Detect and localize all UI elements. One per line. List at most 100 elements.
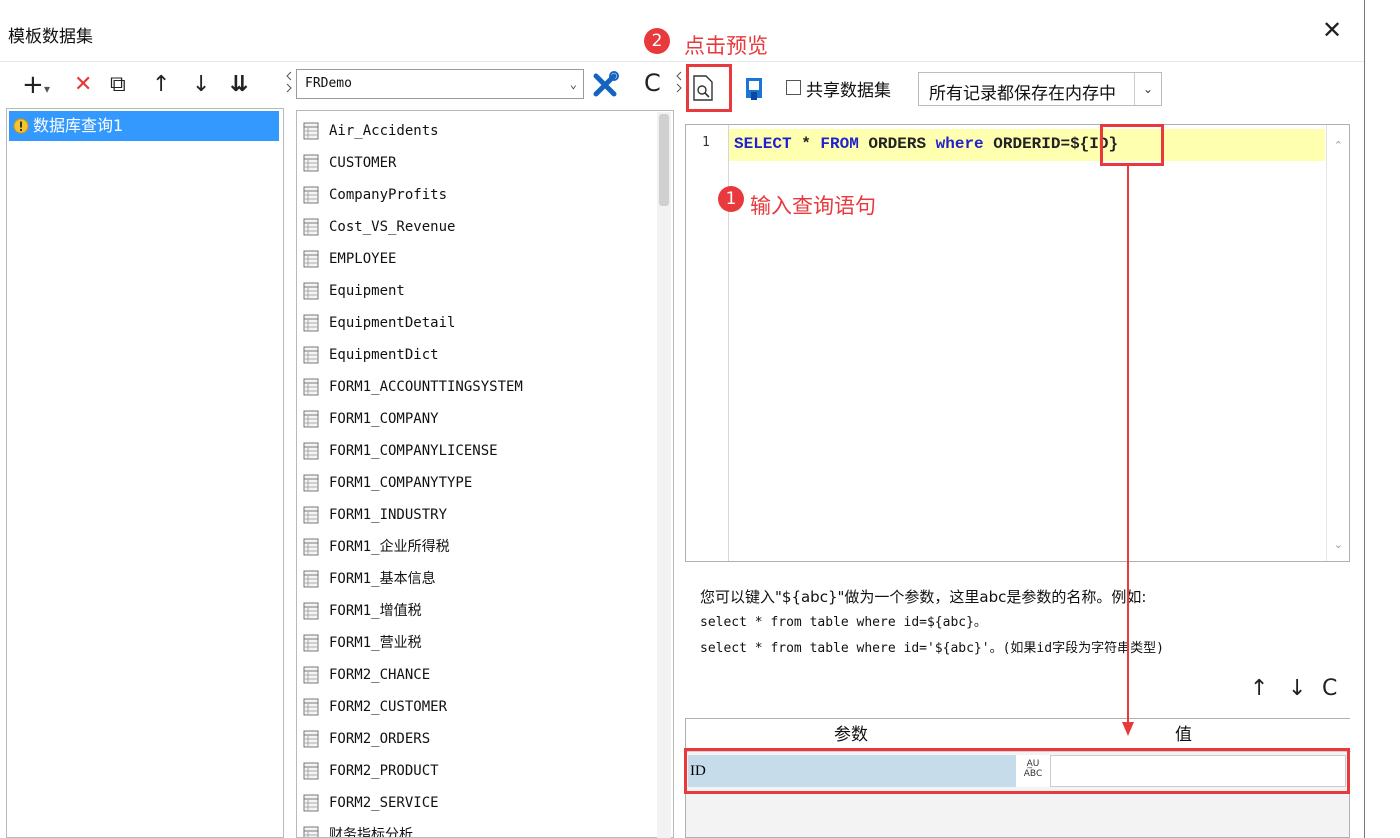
table-item-label: FORM2_PRODUCT bbox=[329, 763, 439, 779]
table-item-label: FORM1_INDUSTRY bbox=[329, 507, 448, 523]
table-item[interactable]: FORM2_ORDERS bbox=[301, 723, 661, 755]
table-item-label: FORM2_SERVICE bbox=[329, 795, 439, 811]
dataset-toolbar: + ▾ ✕ ⧉ ↑ ↓ ⇊ bbox=[0, 64, 282, 108]
step1-badge: 1 bbox=[718, 186, 744, 212]
export-icon[interactable] bbox=[744, 76, 766, 102]
move-up-icon[interactable]: ↑ bbox=[152, 70, 170, 100]
table-item[interactable]: FORM1_COMPANY bbox=[301, 403, 661, 435]
table-item[interactable]: FORM1_基本信息 bbox=[301, 563, 661, 595]
table-icon bbox=[303, 602, 319, 620]
table-item[interactable]: FORM1_营业税 bbox=[301, 627, 661, 659]
preview-highlight-box bbox=[686, 64, 732, 112]
sql-code[interactable]: SELECT * FROM ORDERS where ORDERID=${ID} bbox=[734, 135, 1118, 153]
table-item-label: CompanyProfits bbox=[329, 187, 448, 203]
table-item-label: FORM1_COMPANYLICENSE bbox=[329, 443, 498, 459]
table-item[interactable]: FORM2_SERVICE bbox=[301, 787, 661, 819]
table-item[interactable]: EMPLOYEE bbox=[301, 243, 661, 275]
share-dataset-checkbox[interactable] bbox=[786, 80, 801, 95]
table-item[interactable]: FORM1_ACCOUNTTINGSYSTEM bbox=[301, 371, 661, 403]
param-highlight-box bbox=[1100, 124, 1164, 166]
connection-select[interactable]: FRDemo ⌄ bbox=[296, 69, 584, 99]
param-refresh-icon[interactable]: C bbox=[1322, 676, 1337, 701]
table-icon bbox=[303, 506, 319, 524]
param-move-up-icon[interactable]: ↑ bbox=[1250, 676, 1268, 701]
table-list[interactable]: Air_Accidents CUSTOMER CompanyProfits Cost_… bbox=[296, 110, 674, 838]
param-row-highlight-box bbox=[684, 748, 1350, 794]
param-move-down-icon[interactable]: ↓ bbox=[1288, 676, 1306, 701]
sql-keyword: FROM bbox=[820, 135, 859, 153]
table-icon bbox=[303, 314, 319, 332]
table-icon bbox=[303, 762, 319, 780]
table-item[interactable]: FORM2_CHANCE bbox=[301, 659, 661, 691]
add-dataset-button[interactable]: + bbox=[22, 70, 44, 100]
dataset-list[interactable]: 数据库查询1 bbox=[6, 108, 284, 838]
table-item[interactable]: FORM2_CUSTOMER bbox=[301, 691, 661, 723]
table-item[interactable]: 财务指标分析 bbox=[301, 819, 661, 837]
table-item-label: EMPLOYEE bbox=[329, 251, 397, 267]
table-item-label: Air_Accidents bbox=[329, 123, 439, 139]
move-down-icon[interactable]: ↓ bbox=[192, 70, 210, 100]
query-toolbar: 共享数据集 所有记录都保存在内存中 ⌄ bbox=[684, 64, 1364, 114]
table-icon bbox=[303, 666, 319, 684]
table-icon bbox=[303, 250, 319, 268]
left-splitter-icon[interactable] bbox=[286, 70, 292, 94]
editor-scrollbar[interactable]: ⌃ ⌄ bbox=[1326, 125, 1349, 561]
parameter-hint: 您可以键入"${abc}"做为一个参数，这里abc是参数的名称。例如: sele… bbox=[700, 584, 1350, 662]
table-item-label: FORM2_CHANCE bbox=[329, 667, 431, 683]
table-icon bbox=[303, 794, 319, 812]
table-item[interactable]: FORM1_企业所得税 bbox=[301, 531, 661, 563]
table-item-label: FORM2_ORDERS bbox=[329, 731, 431, 747]
table-item-label: FORM1_营业税 bbox=[329, 635, 422, 651]
chevron-down-icon[interactable]: ⌄ bbox=[1134, 73, 1161, 105]
table-icon bbox=[303, 186, 319, 204]
table-item[interactable]: FORM1_INDUSTRY bbox=[301, 499, 661, 531]
refresh-connection-icon[interactable]: C bbox=[644, 68, 661, 98]
table-item[interactable]: Cost_VS_Revenue bbox=[301, 211, 661, 243]
window-title: 模板数据集 bbox=[8, 27, 93, 47]
table-icon bbox=[303, 410, 319, 428]
connection-settings-icon[interactable] bbox=[590, 68, 622, 100]
table-item-label: Equipment bbox=[329, 283, 405, 299]
table-item[interactable]: CUSTOMER bbox=[301, 147, 661, 179]
table-item-label: CUSTOMER bbox=[329, 155, 397, 171]
chevron-down-icon: ⌄ bbox=[569, 77, 577, 91]
table-icon bbox=[303, 570, 319, 588]
sql-keyword: where bbox=[935, 135, 984, 153]
step2-label: 点击预览 bbox=[684, 34, 768, 58]
hint-line: 您可以键入"${abc}"做为一个参数，这里abc是参数的名称。例如: bbox=[700, 588, 1147, 606]
copy-icon[interactable]: ⧉ bbox=[110, 70, 126, 100]
table-item[interactable]: FORM1_增值税 bbox=[301, 595, 661, 627]
table-list-scrollbar[interactable] bbox=[657, 112, 671, 838]
table-item[interactable]: Equipment bbox=[301, 275, 661, 307]
table-item-label: FORM1_基本信息 bbox=[329, 571, 436, 587]
table-icon bbox=[303, 122, 319, 140]
dataset-item[interactable]: 数据库查询1 bbox=[9, 111, 279, 141]
table-item[interactable]: EquipmentDetail bbox=[301, 307, 661, 339]
table-icon bbox=[303, 826, 319, 837]
table-item[interactable]: FORM2_PRODUCT bbox=[301, 755, 661, 787]
hint-example: select * from table where id=${abc}。 bbox=[700, 615, 987, 630]
table-item-label: FORM1_COMPANYTYPE bbox=[329, 475, 473, 491]
add-menu-icon[interactable]: ▾ bbox=[44, 74, 50, 104]
memory-mode-value: 所有记录都保存在内存中 bbox=[929, 84, 1116, 104]
table-list-scroll-thumb[interactable] bbox=[659, 114, 669, 206]
table-item[interactable]: FORM1_COMPANYLICENSE bbox=[301, 435, 661, 467]
table-icon bbox=[303, 474, 319, 492]
table-item[interactable]: FORM1_COMPANYTYPE bbox=[301, 467, 661, 499]
dataset-item-label: 数据库查询1 bbox=[33, 116, 124, 135]
table-item[interactable]: Air_Accidents bbox=[301, 115, 661, 147]
share-dataset-label: 共享数据集 bbox=[806, 81, 891, 101]
title-bar bbox=[0, 0, 1364, 62]
table-item[interactable]: CompanyProfits bbox=[301, 179, 661, 211]
memory-mode-select[interactable]: 所有记录都保存在内存中 ⌄ bbox=[918, 72, 1162, 106]
close-icon[interactable]: ✕ bbox=[1322, 18, 1342, 42]
delete-icon[interactable]: ✕ bbox=[74, 70, 92, 100]
scroll-down-icon[interactable]: ⌄ bbox=[1334, 538, 1343, 551]
table-item[interactable]: EquipmentDict bbox=[301, 339, 661, 371]
table-item-label: FORM1_企业所得税 bbox=[329, 539, 450, 555]
sort-icon[interactable]: ⇊ bbox=[230, 70, 248, 100]
sql-text: * bbox=[791, 135, 821, 153]
window-border bbox=[1364, 0, 1365, 838]
table-icon bbox=[303, 442, 319, 460]
scroll-up-icon[interactable]: ⌃ bbox=[1334, 139, 1343, 152]
